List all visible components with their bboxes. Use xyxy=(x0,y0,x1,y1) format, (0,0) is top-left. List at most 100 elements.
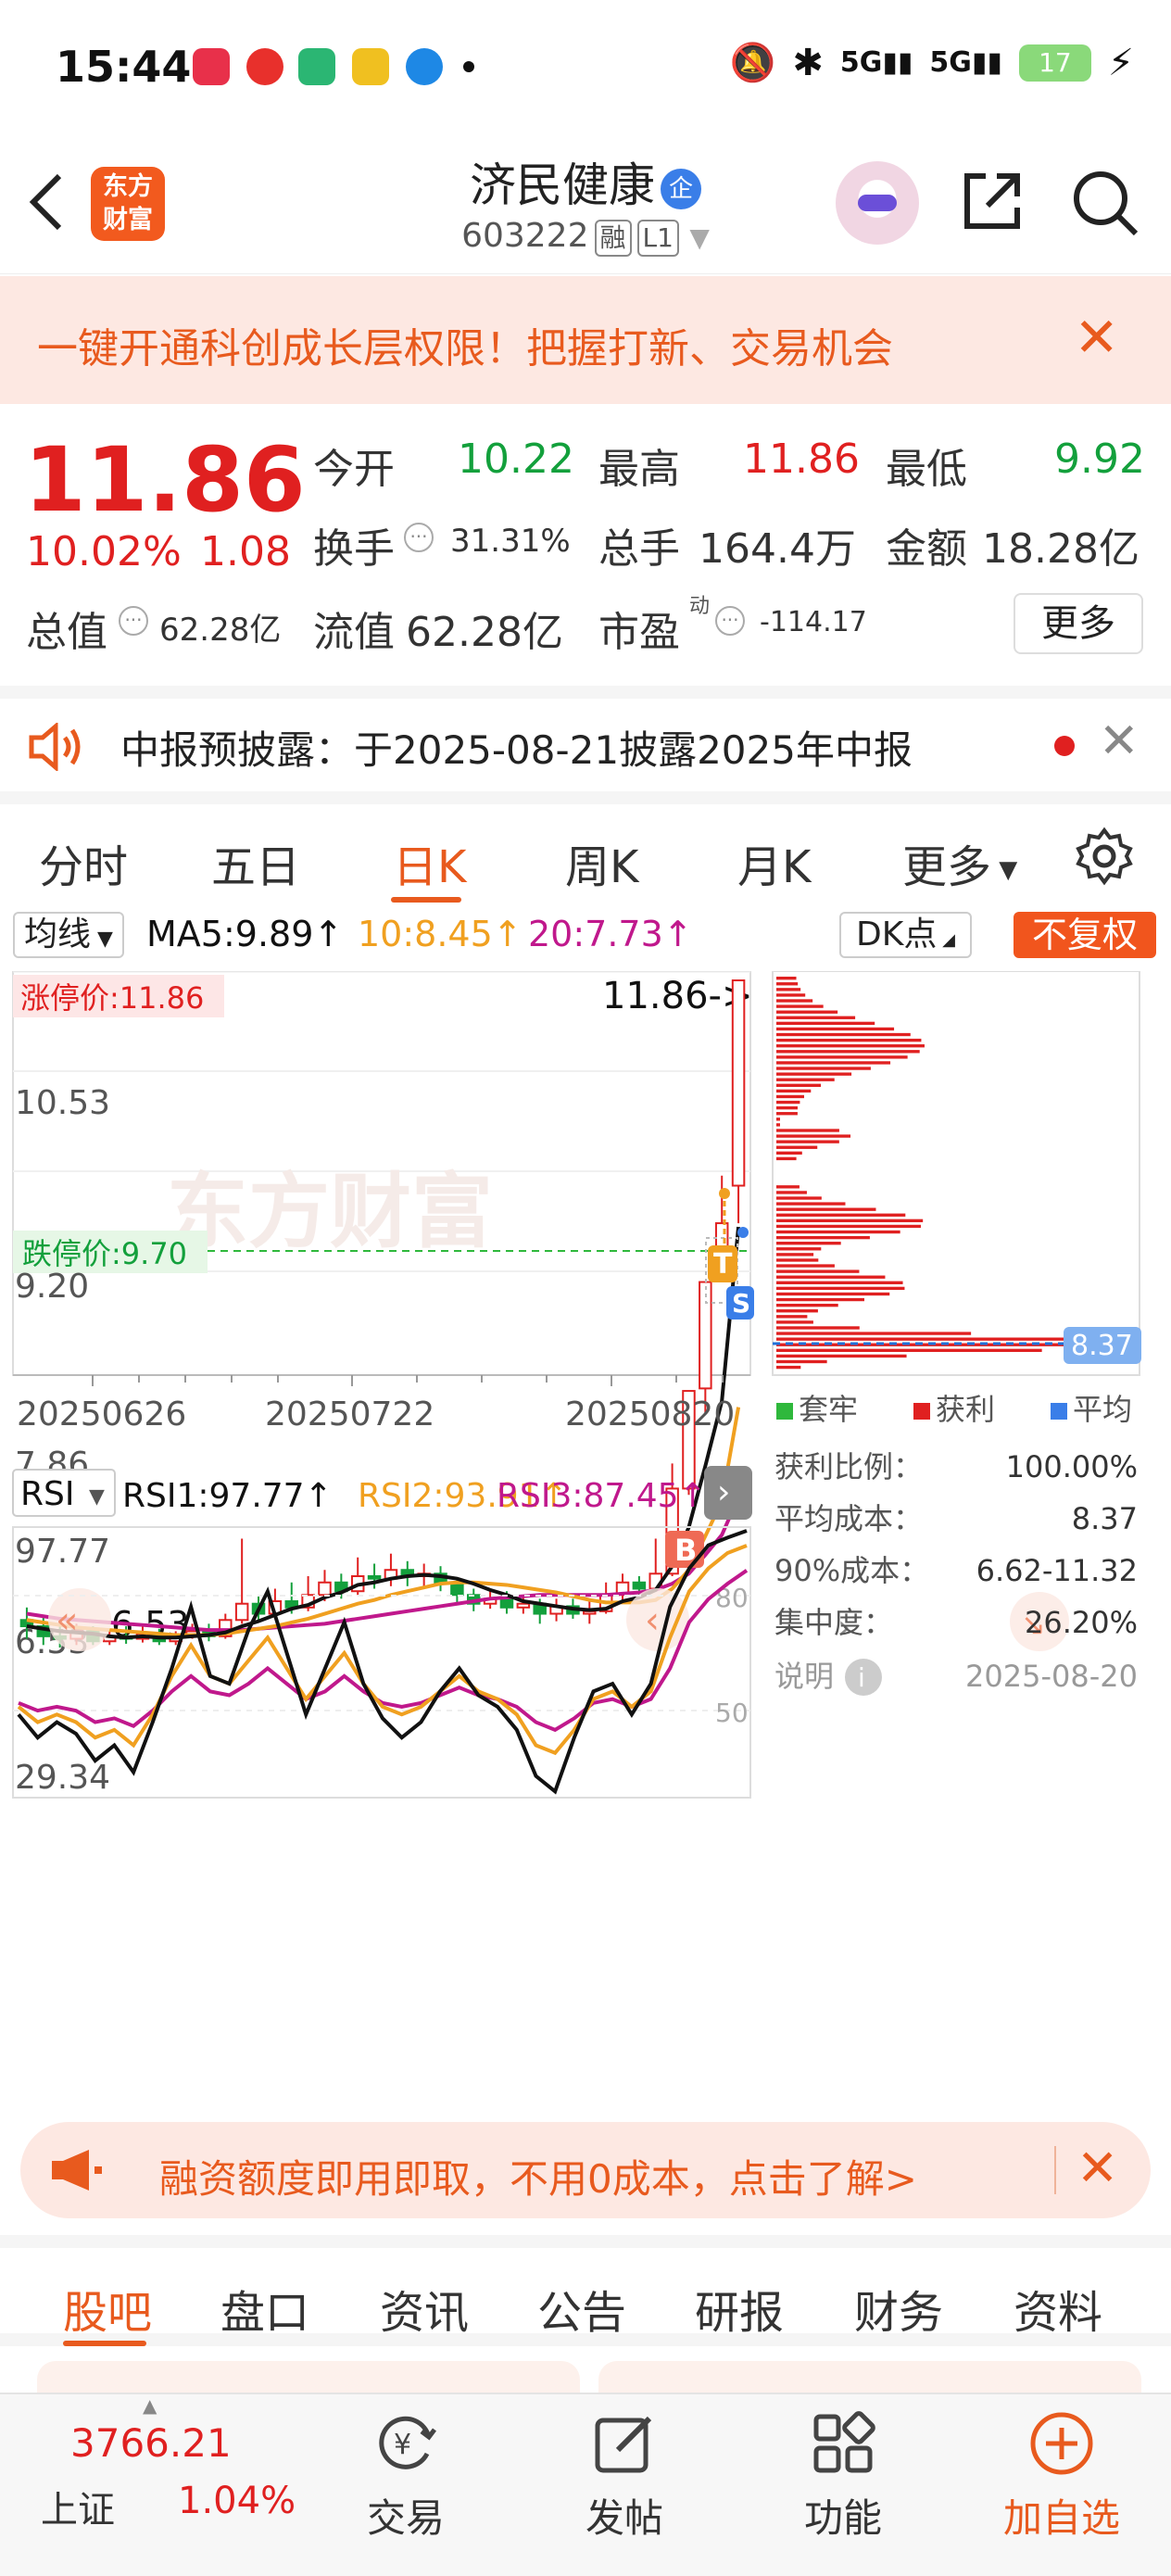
mktcap-label: 总值 xyxy=(26,609,107,656)
tab-daily-k[interactable]: 日K xyxy=(393,830,466,895)
chip-bar xyxy=(776,1207,876,1211)
chip-bar xyxy=(776,1010,838,1014)
margin-tag: 融 xyxy=(594,220,632,257)
tab-intraday[interactable]: 分时 xyxy=(39,830,128,895)
browser-app-icon xyxy=(406,48,443,85)
signal-5g-icon: 5G▮▮ xyxy=(839,46,913,79)
candle-body[interactable] xyxy=(367,1575,382,1580)
candle-body[interactable] xyxy=(318,1581,332,1597)
chip-stat-value-4: 26.20% xyxy=(1025,1605,1138,1640)
ad-close-icon[interactable]: ✕ xyxy=(1077,2139,1118,2197)
notice-bar[interactable]: 中报预披露：于2025-08-21披露2025年中报 ✕ xyxy=(0,686,1171,782)
info-icon[interactable]: ··· xyxy=(119,606,148,636)
promo-banner[interactable]: 一键开通科创成长层权限！把握打新、交易机会 ✕ xyxy=(0,276,1171,404)
candle-body[interactable] xyxy=(234,1602,249,1622)
chip-bar xyxy=(776,1320,813,1324)
tab-guba[interactable]: 股吧 xyxy=(63,2276,152,2341)
nav-post-label: 发帖 xyxy=(585,2495,663,2541)
notice-close-icon[interactable]: ✕ xyxy=(1099,713,1140,769)
chip-bar xyxy=(776,999,813,1003)
ad-separator xyxy=(1054,2146,1056,2194)
chip-bar xyxy=(776,1269,860,1273)
info-icon[interactable]: ··· xyxy=(715,606,745,636)
content-card-1[interactable] xyxy=(37,2361,580,2393)
status-time: 15:44 xyxy=(56,42,192,92)
tab-finance[interactable]: 财务 xyxy=(854,2276,943,2341)
chip-bar xyxy=(776,1309,818,1313)
settings-button[interactable] xyxy=(1075,827,1134,890)
tab-orderbook[interactable]: 盘口 xyxy=(220,2276,309,2341)
low-label: 最低 xyxy=(886,446,967,493)
amount-value: 18.28亿 xyxy=(982,525,1140,573)
chip-bar xyxy=(776,1286,905,1291)
tab-announcements[interactable]: 公告 xyxy=(537,2276,626,2341)
chip-bar xyxy=(776,1348,1042,1353)
float-value: 62.28亿 xyxy=(406,609,563,656)
tab-five-day[interactable]: 五日 xyxy=(211,830,300,895)
chip-bar xyxy=(776,1213,906,1217)
chip-bar xyxy=(776,993,806,997)
grid-icon xyxy=(813,2411,875,2473)
tab-monthly-k[interactable]: 月K xyxy=(737,830,811,895)
ma10-value: 10:8.45↑ xyxy=(358,914,523,954)
chip-bar xyxy=(776,1140,839,1143)
nav-functions[interactable]: 功能 xyxy=(769,2409,917,2544)
candle-body[interactable] xyxy=(699,1281,712,1390)
rsi3-value: RSI3:87.45↑ xyxy=(497,1477,707,1515)
adjust-button[interactable]: 不复权 xyxy=(1014,912,1156,958)
chip-bar xyxy=(776,1105,798,1110)
tab-profile[interactable]: 资料 xyxy=(1014,2276,1102,2341)
candle-body[interactable] xyxy=(632,1581,647,1590)
nav-trade[interactable]: ¥ 交易 xyxy=(332,2409,480,2544)
chip-stat-label-4: 集中度： xyxy=(774,1605,893,1640)
content-card-2[interactable] xyxy=(598,2361,1141,2393)
index-name[interactable]: 上证 xyxy=(41,2480,115,2533)
tab-weekly-k[interactable]: 周K xyxy=(565,830,638,895)
dk-point-button[interactable]: DK点 ◢ xyxy=(839,912,972,958)
period-tabs: 分时 五日 日K 周K 月K 更多 ▼ xyxy=(0,791,1171,903)
share-button[interactable] xyxy=(958,167,1026,235)
active-tab-underline xyxy=(63,2341,146,2346)
chip-bar xyxy=(776,1242,841,1245)
enterprise-badge: 企 xyxy=(661,168,701,209)
index-value[interactable]: 3766.21 xyxy=(70,2420,232,2466)
nav-post[interactable]: 发帖 xyxy=(550,2409,699,2544)
kline-chart[interactable]: 东方财富 涨停价:11.86 11.86-> 跌停价:9.70 10.53 9.… xyxy=(0,971,1171,2098)
chip-bar xyxy=(776,1185,800,1189)
chip-bar xyxy=(776,1275,886,1279)
battery-icon: 17 xyxy=(1018,44,1091,82)
chip-bar xyxy=(776,1196,822,1200)
chip-bar xyxy=(776,1258,819,1262)
share-icon xyxy=(964,173,1020,229)
margin-ad-banner[interactable]: 融资额度即用即取，不用0成本，点击了解> ✕ xyxy=(20,2122,1151,2218)
chip-stat-label-1: 获利比例： xyxy=(774,1449,923,1484)
search-button[interactable] xyxy=(1067,165,1141,239)
chip-bar xyxy=(776,1112,798,1116)
tab-more[interactable]: 更多 ▼ xyxy=(902,830,1017,895)
chip-stat-value-1: 100.00% xyxy=(1006,1449,1138,1484)
candle-body[interactable] xyxy=(516,1602,531,1609)
last-price: 11.86 xyxy=(24,428,306,532)
volume-value: 164.4万 xyxy=(699,525,856,573)
notice-text: 中报预披露：于2025-08-21披露2025年中报 xyxy=(120,727,913,773)
chip-note-label[interactable]: 说明 xyxy=(774,1659,834,1694)
nav-functions-label: 功能 xyxy=(803,2495,882,2541)
tab-research[interactable]: 研报 xyxy=(695,2276,784,2341)
info-icon[interactable]: ··· xyxy=(404,523,434,552)
chip-bar xyxy=(776,1264,835,1268)
tab-news[interactable]: 资讯 xyxy=(380,2276,469,2341)
indicator-select[interactable]: 均线 ▼ xyxy=(13,912,124,958)
ma20-value: 20:7.73↑ xyxy=(528,914,693,954)
nav-add-watchlist[interactable]: 加自选 xyxy=(988,2409,1136,2544)
bluetooth-icon: ✱ xyxy=(792,41,824,84)
ai-assistant-button[interactable] xyxy=(836,161,919,245)
amount-label: 金额 xyxy=(886,525,967,573)
promo-close-icon[interactable]: ✕ xyxy=(1074,306,1119,369)
more-quote-button[interactable]: 更多 xyxy=(1014,593,1143,654)
candle-body[interactable] xyxy=(731,979,746,1187)
rsi-select-label: RSI xyxy=(20,1475,74,1513)
chevron-down-icon: ▼ xyxy=(991,856,1018,884)
chip-bar xyxy=(776,1004,824,1008)
index-percent[interactable]: 1.04% xyxy=(178,2480,296,2522)
candle-body[interactable] xyxy=(499,1597,514,1609)
